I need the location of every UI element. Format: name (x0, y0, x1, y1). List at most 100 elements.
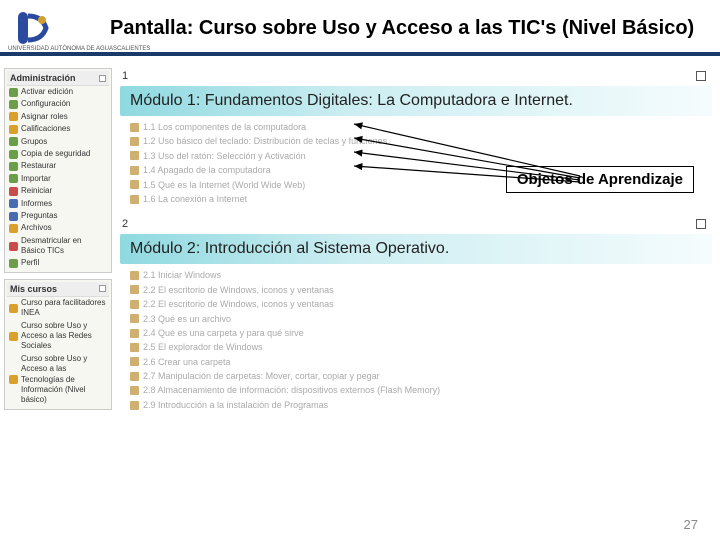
module-item[interactable]: 2.6 Crear una carpeta (130, 355, 712, 369)
module-item[interactable]: 2.1 Iniciar Windows (130, 268, 712, 282)
sidebar-item-label: Preguntas (21, 211, 57, 221)
sidebar-admin-item[interactable]: Grupos (7, 136, 109, 148)
module-item[interactable]: 2.2 El escritorio de Windows, iconos y v… (130, 297, 712, 311)
module-number-row: 2 (120, 216, 712, 234)
collapse-icon[interactable] (99, 285, 106, 292)
main-area: Administración Activar edición Configurac… (0, 56, 720, 476)
menu-icon (9, 112, 18, 121)
sidebar-item-label: Curso sobre Uso y Acceso a las Tecnologí… (21, 354, 107, 406)
sidebar-item-label: Copia de seguridad (21, 149, 90, 159)
module-item[interactable]: 2.5 El explorador de Windows (130, 340, 712, 354)
sidebar-item-label: Restaurar (21, 161, 56, 171)
menu-icon (9, 174, 18, 183)
module-item-label: 1.4 Apagado de la computadora (143, 163, 271, 177)
module-item-label: 2.4 Qué es una carpeta y para qué sirve (143, 326, 304, 340)
callout-box: Objetos de Aprendizaje (506, 166, 694, 193)
sidebar-course-item[interactable]: Curso sobre Uso y Acceso a las Tecnologí… (7, 353, 109, 407)
sidebar-admin-item[interactable]: Perfil (7, 257, 109, 269)
sidebar-admin-item[interactable]: Desmatricular en Básico TICs (7, 235, 109, 258)
sidebar-admin-item[interactable]: Reiniciar (7, 185, 109, 197)
sidebar-item-label: Importar (21, 174, 51, 184)
course-module: 2Módulo 2: Introducción al Sistema Opera… (120, 216, 712, 412)
admin-block: Administración Activar edición Configurac… (4, 68, 112, 273)
module-title: Módulo 1: Fundamentos Digitales: La Comp… (120, 86, 712, 116)
sidebar-item-label: Calificaciones (21, 124, 70, 134)
menu-icon (9, 242, 18, 251)
sidebar-item-label: Archivos (21, 223, 52, 233)
university-logo (10, 6, 54, 50)
sidebar-item-label: Asignar roles (21, 112, 68, 122)
menu-icon (9, 224, 18, 233)
module-item[interactable]: 1.6 La conexión a Internet (130, 192, 712, 206)
sidebar-item-label: Configuración (21, 99, 70, 109)
sidebar-admin-item[interactable]: Activar edición (7, 86, 109, 98)
sidebar-admin-item[interactable]: Asignar roles (7, 111, 109, 123)
sidebar-admin-item[interactable]: Archivos (7, 222, 109, 234)
sidebar-course-item[interactable]: Curso sobre Uso y Acceso a las Redes Soc… (7, 320, 109, 353)
sidebar-item-label: Perfil (21, 258, 39, 268)
learning-object-icon (130, 271, 139, 280)
module-item-label: 1.1 Los componentes de la computadora (143, 120, 306, 134)
sidebar-item-label: Desmatricular en Básico TICs (21, 236, 107, 257)
module-number: 1 (122, 70, 128, 82)
module-number: 2 (122, 218, 128, 230)
learning-object-icon (130, 314, 139, 323)
sidebar-admin-item[interactable]: Preguntas (7, 210, 109, 222)
sidebar-admin-item[interactable]: Restaurar (7, 160, 109, 172)
module-item[interactable]: 2.7 Manipulación de carpetas: Mover, cor… (130, 369, 712, 383)
sidebar-admin-item[interactable]: Calificaciones (7, 123, 109, 135)
learning-object-icon (130, 180, 139, 189)
page-number: 27 (684, 517, 698, 532)
sidebar-admin-item[interactable]: Informes (7, 198, 109, 210)
module-item-label: 2.3 Qué es un archivo (143, 312, 231, 326)
sidebar-item-label: Curso sobre Uso y Acceso a las Redes Soc… (21, 321, 107, 352)
module-item[interactable]: 2.4 Qué es una carpeta y para qué sirve (130, 326, 712, 340)
module-item-label: 1.6 La conexión a Internet (143, 192, 247, 206)
sidebar-item-label: Informes (21, 199, 52, 209)
sidebar-item-label: Curso para facilitadores INEA (21, 298, 107, 319)
menu-icon (9, 100, 18, 109)
collapse-icon[interactable] (99, 75, 106, 82)
sidebar-admin-item[interactable]: Copia de seguridad (7, 148, 109, 160)
module-item[interactable]: 2.2 El escritorio de Windows, iconos y v… (130, 283, 712, 297)
learning-object-icon (130, 137, 139, 146)
menu-icon (9, 88, 18, 97)
module-item[interactable]: 2.3 Qué es un archivo (130, 312, 712, 326)
learning-object-icon (130, 329, 139, 338)
sidebar-admin-item[interactable]: Configuración (7, 98, 109, 110)
sidebar-item-label: Activar edición (21, 87, 73, 97)
module-item-label: 2.8 Almacenamiento de información: dispo… (143, 383, 440, 397)
learning-object-icon (130, 123, 139, 132)
module-item-label: 1.2 Uso básico del teclado: Distribución… (143, 134, 387, 148)
logo-caption: UNIVERSIDAD AUTÓNOMA DE AGUASCALIENTES (8, 46, 150, 52)
module-item[interactable]: 2.9 Introducción a la instalación de Pro… (130, 398, 712, 412)
module-item-label: 2.9 Introducción a la instalación de Pro… (143, 398, 328, 412)
module-item[interactable]: 2.8 Almacenamiento de información: dispo… (130, 383, 712, 397)
module-item-list: 2.1 Iniciar Windows2.2 El escritorio de … (120, 264, 712, 412)
learning-object-icon (130, 195, 139, 204)
slide-title: Pantalla: Curso sobre Uso y Acceso a las… (110, 17, 694, 40)
module-item-label: 2.1 Iniciar Windows (143, 268, 221, 282)
learning-object-icon (130, 151, 139, 160)
module-checkbox-icon[interactable] (696, 219, 706, 229)
courses-block: Mis cursos Curso para facilitadores INEA… (4, 279, 112, 410)
sidebar-admin-item[interactable]: Importar (7, 173, 109, 185)
sidebar-course-item[interactable]: Curso para facilitadores INEA (7, 297, 109, 320)
menu-icon (9, 162, 18, 171)
content-area: 1 Módulo 1: Fundamentos Digitales: La Com… (112, 68, 712, 476)
module-item-label: 2.2 El escritorio de Windows, iconos y v… (143, 283, 334, 297)
module-checkbox-icon[interactable] (696, 71, 706, 81)
course-icon (9, 375, 18, 384)
admin-head-label: Administración (10, 73, 76, 83)
learning-object-icon (130, 343, 139, 352)
module-item[interactable]: 1.1 Los componentes de la computadora (130, 120, 712, 134)
module-item-label: 2.6 Crear una carpeta (143, 355, 231, 369)
learning-object-icon (130, 166, 139, 175)
menu-icon (9, 137, 18, 146)
admin-head: Administración (7, 71, 109, 86)
learning-object-icon (130, 401, 139, 410)
module-item[interactable]: 1.2 Uso básico del teclado: Distribución… (130, 134, 712, 148)
slide-header: UNIVERSIDAD AUTÓNOMA DE AGUASCALIENTES P… (0, 0, 720, 56)
module-item[interactable]: 1.3 Uso del ratón: Selección y Activació… (130, 149, 712, 163)
learning-object-icon (130, 285, 139, 294)
